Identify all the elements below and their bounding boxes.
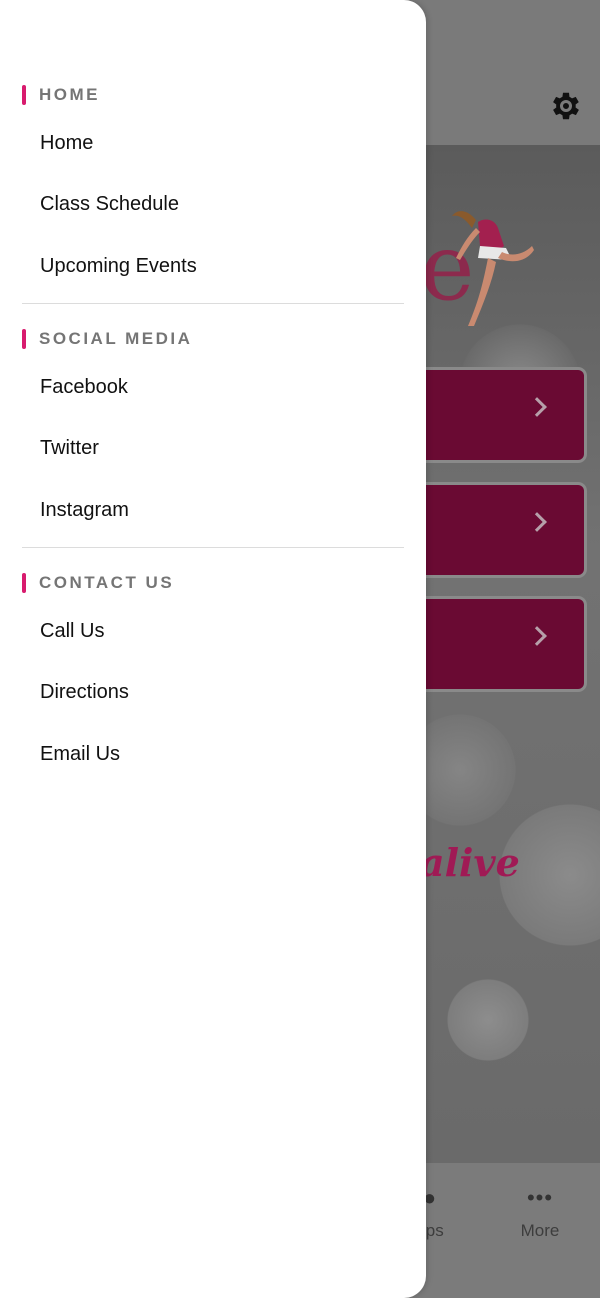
section-title: CONTACT US <box>39 573 175 592</box>
drawer-item-instagram[interactable]: Instagram <box>0 483 426 537</box>
section-header-social-media: SOCIAL MEDIA <box>22 329 192 349</box>
tab-label: More <box>520 1221 560 1240</box>
tagline-text: alive <box>420 840 520 885</box>
drawer-item-call-us[interactable]: Call Us <box>0 604 426 658</box>
chevron-right-icon <box>527 626 547 646</box>
section-accent-bar <box>22 85 26 105</box>
chevron-right-icon <box>527 397 547 417</box>
gear-icon[interactable] <box>548 88 584 124</box>
drawer-item-class-schedule[interactable]: Class Schedule <box>0 177 426 231</box>
chevron-right-icon <box>527 512 547 532</box>
section-divider <box>22 547 404 548</box>
navigation-drawer: HOME Home Class Schedule Upcoming Events… <box>0 0 426 1298</box>
drawer-item-email-us[interactable]: Email Us <box>0 727 426 781</box>
drawer-item-facebook[interactable]: Facebook <box>0 360 426 414</box>
dancer-logo-image <box>452 211 534 326</box>
section-divider <box>22 303 404 304</box>
drawer-item-directions[interactable]: Directions <box>0 665 426 719</box>
drawer-item-twitter[interactable]: Twitter <box>0 421 426 475</box>
tab-more[interactable]: ••• More <box>490 1163 590 1273</box>
drawer-item-upcoming-events[interactable]: Upcoming Events <box>0 239 426 293</box>
more-dots-icon: ••• <box>526 1185 554 1210</box>
section-header-home: HOME <box>22 85 100 105</box>
section-accent-bar <box>22 329 26 349</box>
menu-button-2[interactable] <box>400 485 584 575</box>
tagline: alive <box>420 840 520 885</box>
section-accent-bar <box>22 573 26 593</box>
menu-button-3[interactable] <box>400 599 584 689</box>
section-title: SOCIAL MEDIA <box>39 329 193 348</box>
section-header-contact-us: CONTACT US <box>22 573 174 593</box>
menu-button-1[interactable] <box>400 370 584 460</box>
drawer-item-home[interactable]: Home <box>0 116 426 170</box>
section-title: HOME <box>39 85 100 104</box>
